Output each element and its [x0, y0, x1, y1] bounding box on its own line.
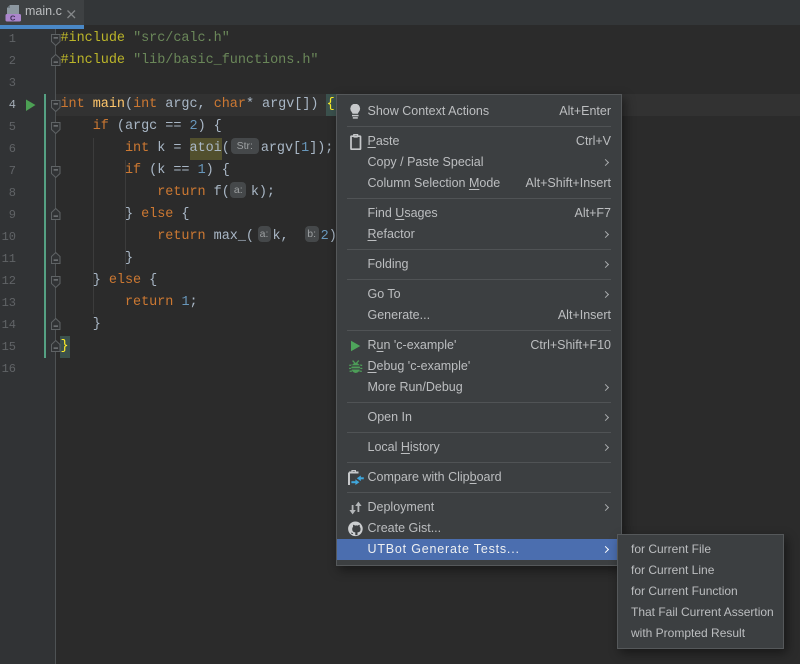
- svg-text:C: C: [10, 14, 16, 23]
